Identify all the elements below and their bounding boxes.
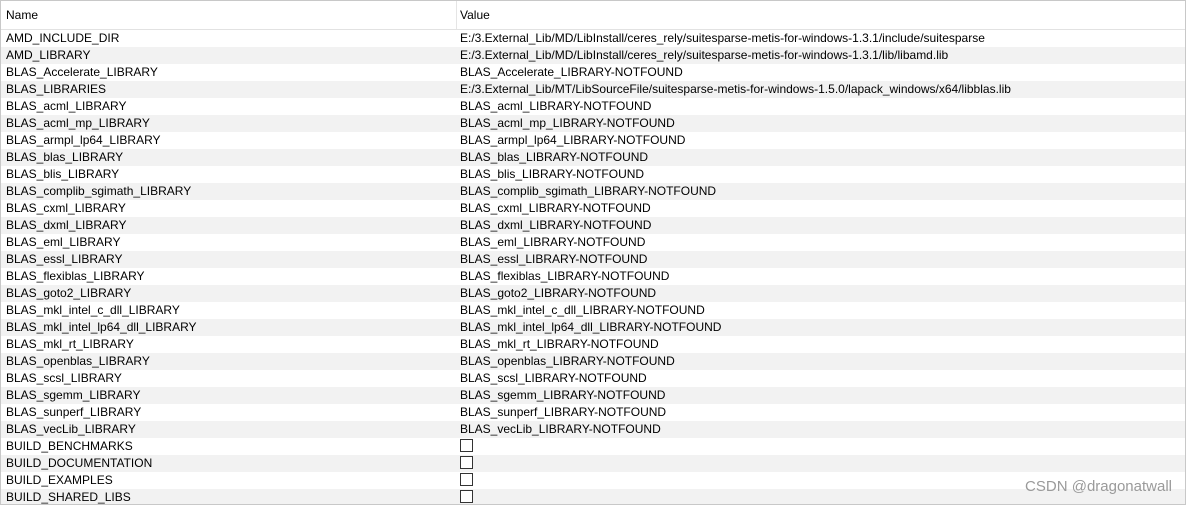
column-divider[interactable] — [456, 1, 457, 29]
variable-name: BLAS_complib_sgimath_LIBRARY — [6, 184, 192, 198]
variable-value[interactable]: BLAS_cxml_LIBRARY-NOTFOUND — [460, 200, 651, 217]
table-row[interactable]: BLAS_Accelerate_LIBRARY BLAS_Accelerate_L… — [1, 64, 1185, 81]
table-header: Name Value — [1, 1, 1185, 30]
variable-value[interactable]: BLAS_vecLib_LIBRARY-NOTFOUND — [460, 421, 661, 438]
variable-name: BLAS_vecLib_LIBRARY — [6, 422, 136, 436]
table-row[interactable]: BLAS_cxml_LIBRARY BLAS_cxml_LIBRARY-NOTFO… — [1, 200, 1185, 217]
table-row[interactable]: BUILD_EXAMPLES — [1, 472, 1185, 489]
variable-name: BLAS_armpl_lp64_LIBRARY — [6, 133, 161, 147]
table-row[interactable]: BLAS_vecLib_LIBRARY BLAS_vecLib_LIBRARY-N… — [1, 421, 1185, 438]
variable-name: BLAS_blis_LIBRARY — [6, 167, 120, 181]
variable-value[interactable]: BLAS_essl_LIBRARY-NOTFOUND — [460, 251, 647, 268]
variable-value[interactable]: BLAS_eml_LIBRARY-NOTFOUND — [460, 234, 645, 251]
variable-value[interactable]: BLAS_scsl_LIBRARY-NOTFOUND — [460, 370, 647, 387]
variable-name: BLAS_Accelerate_LIBRARY — [6, 65, 158, 79]
variable-value[interactable]: BLAS_flexiblas_LIBRARY-NOTFOUND — [460, 268, 669, 285]
table-row[interactable]: BLAS_blas_LIBRARY BLAS_blas_LIBRARY-NOTFO… — [1, 149, 1185, 166]
table-row[interactable]: BLAS_acml_LIBRARY BLAS_acml_LIBRARY-NOTFO… — [1, 98, 1185, 115]
variable-value[interactable]: BLAS_blis_LIBRARY-NOTFOUND — [460, 166, 644, 183]
variable-value[interactable]: BLAS_acml_LIBRARY-NOTFOUND — [460, 98, 651, 115]
variable-value[interactable]: BLAS_mkl_intel_lp64_dll_LIBRARY-NOTFOUND — [460, 319, 721, 336]
table-row[interactable]: BLAS_mkl_intel_lp64_dll_LIBRARY BLAS_mkl_… — [1, 319, 1185, 336]
variable-value[interactable]: BLAS_mkl_rt_LIBRARY-NOTFOUND — [460, 336, 659, 353]
variable-name: BLAS_scsl_LIBRARY — [6, 371, 122, 385]
variable-value[interactable]: BLAS_mkl_intel_c_dll_LIBRARY-NOTFOUND — [460, 302, 705, 319]
table-body: AMD_INCLUDE_DIR E:/3.External_Lib/MD/LibI… — [1, 30, 1185, 504]
variable-name: BLAS_acml_LIBRARY — [6, 99, 127, 113]
variable-value[interactable]: BLAS_blas_LIBRARY-NOTFOUND — [460, 149, 648, 166]
variable-name: BUILD_BENCHMARKS — [6, 439, 133, 453]
table-row[interactable]: AMD_LIBRARY E:/3.External_Lib/MD/LibInsta… — [1, 47, 1185, 64]
variable-value[interactable]: E:/3.External_Lib/MD/LibInstall/ceres_re… — [460, 30, 985, 47]
variable-value[interactable]: BLAS_Accelerate_LIBRARY-NOTFOUND — [460, 64, 683, 81]
table-row[interactable]: BLAS_scsl_LIBRARY BLAS_scsl_LIBRARY-NOTFO… — [1, 370, 1185, 387]
table-row[interactable]: BLAS_armpl_lp64_LIBRARY BLAS_armpl_lp64_L… — [1, 132, 1185, 149]
table-row[interactable]: BLAS_dxml_LIBRARY BLAS_dxml_LIBRARY-NOTFO… — [1, 217, 1185, 234]
variable-name: BUILD_DOCUMENTATION — [6, 456, 153, 470]
table-row[interactable]: BLAS_complib_sgimath_LIBRARY BLAS_complib… — [1, 183, 1185, 200]
variable-value[interactable]: BLAS_sgemm_LIBRARY-NOTFOUND — [460, 387, 665, 404]
variable-name: BUILD_SHARED_LIBS — [6, 490, 131, 504]
variable-value[interactable]: BLAS_complib_sgimath_LIBRARY-NOTFOUND — [460, 183, 716, 200]
table-row[interactable]: BLAS_openblas_LIBRARY BLAS_openblas_LIBRA… — [1, 353, 1185, 370]
variable-value[interactable]: BLAS_armpl_lp64_LIBRARY-NOTFOUND — [460, 132, 685, 149]
value-checkbox[interactable] — [460, 473, 473, 486]
variable-name: BLAS_mkl_intel_lp64_dll_LIBRARY — [6, 320, 197, 334]
table-row[interactable]: BLAS_goto2_LIBRARY BLAS_goto2_LIBRARY-NOT… — [1, 285, 1185, 302]
variable-value[interactable]: BLAS_goto2_LIBRARY-NOTFOUND — [460, 285, 656, 302]
variable-name: BLAS_acml_mp_LIBRARY — [6, 116, 150, 130]
variable-name: AMD_INCLUDE_DIR — [6, 31, 120, 45]
column-header-name[interactable]: Name — [6, 1, 38, 29]
variable-name: BLAS_blas_LIBRARY — [6, 150, 124, 164]
variable-name: BLAS_flexiblas_LIBRARY — [6, 269, 145, 283]
table-row[interactable]: BUILD_DOCUMENTATION — [1, 455, 1185, 472]
table-row[interactable]: BLAS_acml_mp_LIBRARY BLAS_acml_mp_LIBRARY… — [1, 115, 1185, 132]
variable-name: BLAS_eml_LIBRARY — [6, 235, 121, 249]
variable-value[interactable]: BLAS_acml_mp_LIBRARY-NOTFOUND — [460, 115, 675, 132]
variable-name: BLAS_essl_LIBRARY — [6, 252, 123, 266]
watermark: CSDN @dragonatwall — [1025, 478, 1172, 495]
value-checkbox[interactable] — [460, 456, 473, 469]
table-row[interactable]: BLAS_mkl_intel_c_dll_LIBRARY BLAS_mkl_int… — [1, 302, 1185, 319]
variable-value[interactable]: E:/3.External_Lib/MT/LibSourceFile/suite… — [460, 81, 1011, 98]
table-row[interactable]: BUILD_BENCHMARKS — [1, 438, 1185, 455]
variable-name: BLAS_LIBRARIES — [6, 82, 107, 96]
table-row[interactable]: AMD_INCLUDE_DIR E:/3.External_Lib/MD/LibI… — [1, 30, 1185, 47]
variable-name: BLAS_sgemm_LIBRARY — [6, 388, 141, 402]
variable-name: BLAS_mkl_intel_c_dll_LIBRARY — [6, 303, 180, 317]
value-checkbox[interactable] — [460, 490, 473, 503]
table-row[interactable]: BLAS_mkl_rt_LIBRARY BLAS_mkl_rt_LIBRARY-N… — [1, 336, 1185, 353]
table-row[interactable]: BLAS_eml_LIBRARY BLAS_eml_LIBRARY-NOTFOUN… — [1, 234, 1185, 251]
value-checkbox[interactable] — [460, 439, 473, 452]
variable-name: BLAS_mkl_rt_LIBRARY — [6, 337, 134, 351]
variable-name: BUILD_EXAMPLES — [6, 473, 113, 487]
table-row[interactable]: BLAS_blis_LIBRARY BLAS_blis_LIBRARY-NOTFO… — [1, 166, 1185, 183]
variable-value[interactable]: BLAS_openblas_LIBRARY-NOTFOUND — [460, 353, 675, 370]
variable-value[interactable]: E:/3.External_Lib/MD/LibInstall/ceres_re… — [460, 47, 948, 64]
cache-variables-table: Name Value AMD_INCLUDE_DIR E:/3.External_… — [0, 0, 1186, 505]
table-row[interactable]: BLAS_sunperf_LIBRARY BLAS_sunperf_LIBRARY… — [1, 404, 1185, 421]
variable-name: BLAS_sunperf_LIBRARY — [6, 405, 142, 419]
variable-name: BLAS_openblas_LIBRARY — [6, 354, 150, 368]
table-row[interactable]: BUILD_SHARED_LIBS — [1, 489, 1185, 504]
table-row[interactable]: BLAS_flexiblas_LIBRARY BLAS_flexiblas_LIB… — [1, 268, 1185, 285]
table-row[interactable]: BLAS_LIBRARIES E:/3.External_Lib/MT/LibSo… — [1, 81, 1185, 98]
variable-value[interactable]: BLAS_sunperf_LIBRARY-NOTFOUND — [460, 404, 666, 421]
variable-name: BLAS_dxml_LIBRARY — [6, 218, 127, 232]
table-row[interactable]: BLAS_sgemm_LIBRARY BLAS_sgemm_LIBRARY-NOT… — [1, 387, 1185, 404]
variable-name: BLAS_goto2_LIBRARY — [6, 286, 132, 300]
variable-name: AMD_LIBRARY — [6, 48, 91, 62]
table-row[interactable]: BLAS_essl_LIBRARY BLAS_essl_LIBRARY-NOTFO… — [1, 251, 1185, 268]
variable-name: BLAS_cxml_LIBRARY — [6, 201, 126, 215]
variable-value[interactable]: BLAS_dxml_LIBRARY-NOTFOUND — [460, 217, 651, 234]
column-header-value[interactable]: Value — [460, 1, 490, 29]
